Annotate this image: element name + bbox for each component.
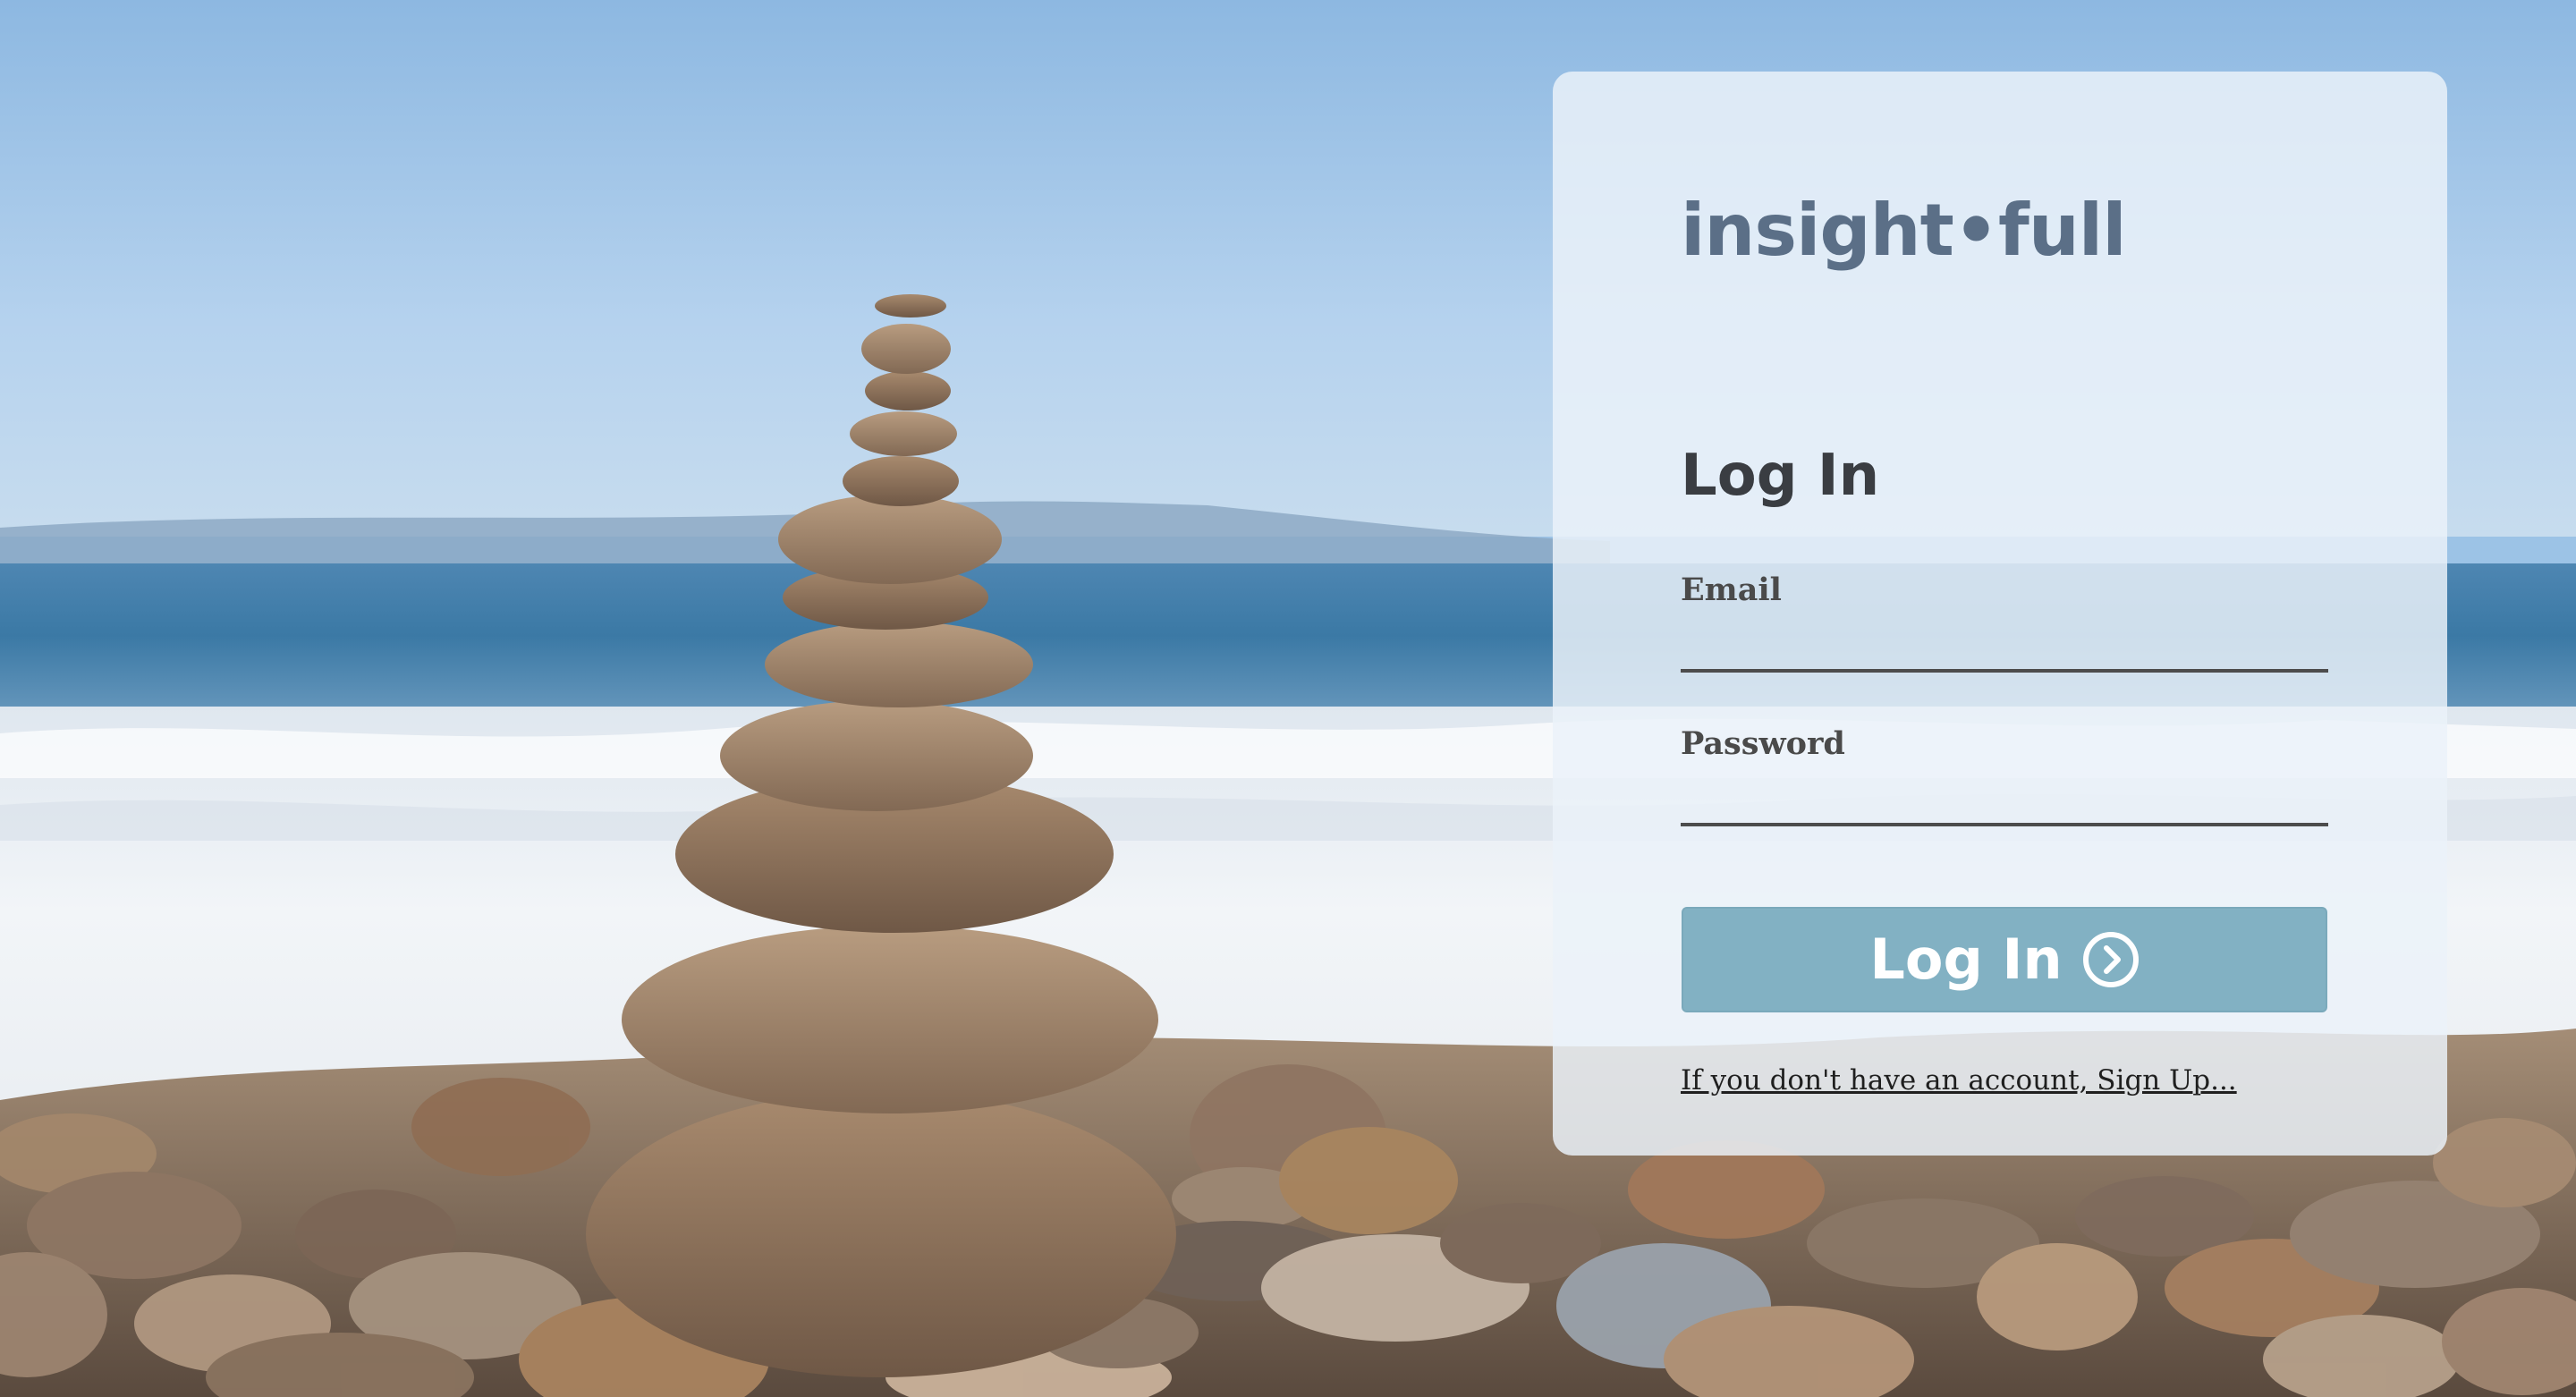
- page-title: Log In: [1681, 443, 1880, 509]
- login-button-label: Log In: [1869, 927, 2063, 992]
- login-button[interactable]: Log In: [1682, 907, 2327, 1012]
- email-label: Email: [1681, 572, 1782, 608]
- signup-link[interactable]: If you don't have an account, Sign Up...: [1681, 1064, 2237, 1096]
- login-card: insight•full Log In Email Password Log I…: [1553, 72, 2447, 1156]
- brand-logo: insight•full: [1681, 189, 2127, 272]
- password-label: Password: [1681, 725, 1845, 762]
- password-field[interactable]: [1681, 773, 2328, 826]
- login-page: insight•full Log In Email Password Log I…: [0, 0, 2576, 1397]
- email-field[interactable]: [1681, 619, 2328, 673]
- chevron-right-circle-icon: [2082, 932, 2139, 987]
